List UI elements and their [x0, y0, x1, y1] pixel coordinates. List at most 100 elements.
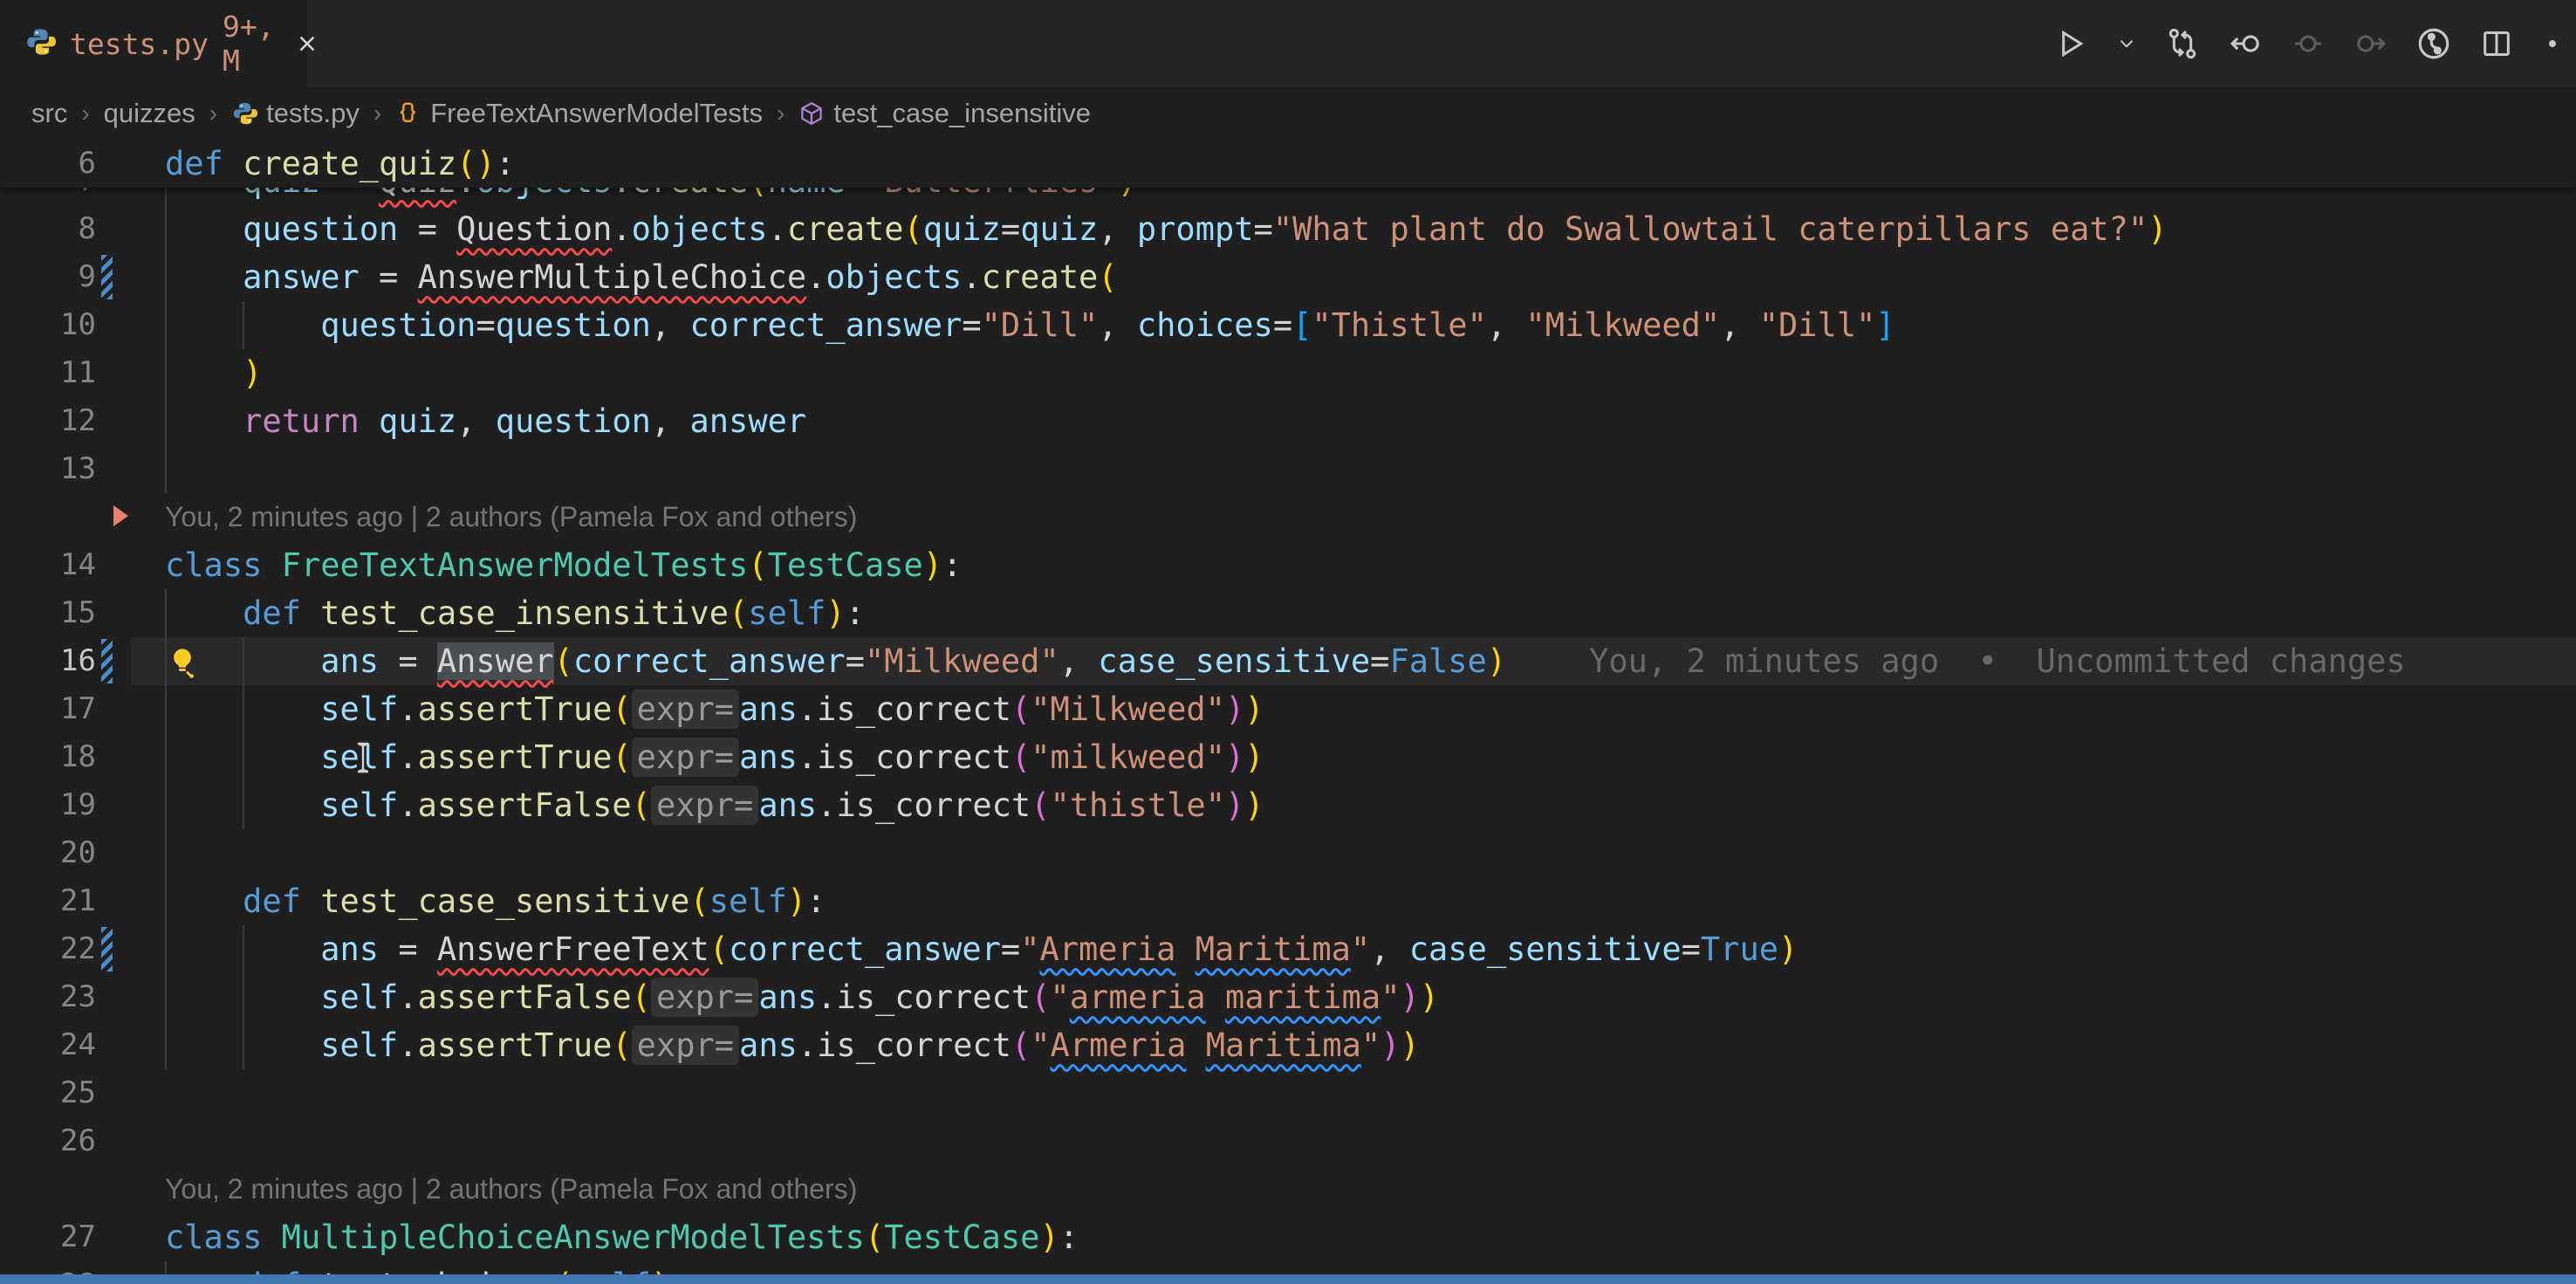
blame-annotation-row[interactable]: You, 2 minutes ago | 2 authors (Pamela F… — [0, 1165, 2576, 1213]
token: objects — [826, 258, 962, 296]
token — [165, 642, 320, 680]
code-line[interactable]: 27class MultipleChoiceAnswerModelTests(T… — [0, 1213, 2576, 1261]
line-number[interactable]: 27 — [0, 1213, 96, 1261]
token: def — [243, 882, 301, 920]
line-number[interactable]: 15 — [0, 589, 96, 637]
token: . — [798, 738, 817, 776]
blame-annotation-row[interactable]: You, 2 minutes ago | 2 authors (Pamela F… — [0, 493, 2576, 541]
code-line[interactable]: 28 def test_choices(self): — [0, 1261, 2576, 1274]
code-line[interactable]: 16 ans = Answer(correct_answer="Milkweed… — [0, 637, 2576, 685]
code-text: ) — [165, 349, 262, 397]
line-number[interactable]: 18 — [0, 733, 96, 781]
token: question — [243, 210, 398, 248]
token: = — [1370, 642, 1389, 680]
token: answer — [690, 402, 807, 440]
code-line[interactable]: 10 question=question, correct_answer="Di… — [0, 301, 2576, 349]
code-line[interactable]: 9 answer = AnswerMultipleChoice.objects.… — [0, 253, 2576, 301]
code-editor[interactable]: 7 quiz = Quiz.objects.create(name="Butte… — [0, 140, 2576, 1274]
code-line[interactable]: 12 return quiz, question, answer — [0, 397, 2576, 445]
chevron-down-icon[interactable] — [2115, 25, 2138, 62]
tab-bar: tests.py 9+, M — [0, 0, 2576, 87]
line-number[interactable]: 12 — [0, 397, 96, 445]
line-number[interactable]: 19 — [0, 781, 96, 829]
token: : — [1059, 1219, 1079, 1256]
breadcrumb-src[interactable]: src — [31, 98, 67, 129]
line-number[interactable]: 21 — [0, 877, 96, 925]
line-number[interactable]: 24 — [0, 1021, 96, 1069]
token: ( — [1011, 690, 1031, 728]
line-number[interactable]: 11 — [0, 349, 96, 397]
modified-lines-gutter-indicator[interactable] — [101, 255, 113, 299]
line-number[interactable]: 25 — [0, 1069, 96, 1117]
code-line[interactable]: 24 self.assertTrue(expr=ans.is_correct("… — [0, 1021, 2576, 1069]
token: is_correct — [836, 786, 1031, 824]
token: , — [1370, 930, 1409, 968]
line-number[interactable]: 22 — [0, 925, 96, 973]
token — [165, 1267, 243, 1274]
code-line[interactable]: 26 — [0, 1117, 2576, 1165]
code-text: ans = AnswerFreeText(correct_answer="Arm… — [165, 925, 1798, 973]
split-editor-icon[interactable] — [2478, 25, 2515, 62]
run-button[interactable] — [2052, 25, 2089, 62]
commit-graph-icon[interactable] — [2415, 25, 2452, 62]
ellipsis-icon[interactable] — [2541, 25, 2564, 62]
code-line[interactable]: 25 — [0, 1069, 2576, 1117]
code-line[interactable]: 20 — [0, 829, 2576, 877]
git-compare-icon[interactable] — [2164, 25, 2201, 62]
code-line[interactable]: 15 def test_case_insensitive(self): — [0, 589, 2576, 637]
token: self — [748, 594, 826, 632]
code-line[interactable]: 17 self.assertTrue(expr=ans.is_correct("… — [0, 685, 2576, 733]
token — [301, 594, 320, 632]
token: TestCase — [768, 546, 923, 584]
code-line[interactable]: 18 self.assertTrue(expr=ans.is_correct("… — [0, 733, 2576, 781]
token: answer — [243, 258, 360, 296]
token — [262, 1219, 281, 1256]
token — [1175, 930, 1195, 968]
previous-change-icon[interactable] — [2227, 25, 2264, 62]
code-line[interactable]: 14class FreeTextAnswerModelTests(TestCas… — [0, 541, 2576, 589]
line-number[interactable]: 13 — [0, 445, 96, 493]
breadcrumb-class[interactable]: FreeTextAnswerModelTests — [395, 98, 763, 129]
line-number[interactable]: 8 — [0, 205, 96, 253]
line-number[interactable]: 9 — [0, 253, 96, 301]
modified-lines-gutter-indicator[interactable] — [101, 639, 113, 683]
code-line[interactable]: 8 question = Question.objects.create(qui… — [0, 205, 2576, 253]
token: ) — [1487, 642, 1506, 680]
token: test_case_insensitive — [320, 594, 729, 632]
line-number[interactable]: 26 — [0, 1117, 96, 1165]
code-line[interactable]: 22 ans = AnswerFreeText(correct_answer="… — [0, 925, 2576, 973]
code-text: return quiz, question, answer — [165, 397, 806, 445]
line-number[interactable]: 17 — [0, 685, 96, 733]
token: " — [1050, 978, 1069, 1016]
code-line[interactable]: 11 ) — [0, 349, 2576, 397]
indent-guide — [165, 829, 167, 877]
python-icon — [231, 100, 257, 127]
token: : — [806, 882, 826, 920]
close-icon[interactable] — [294, 31, 320, 57]
token: : — [496, 145, 515, 182]
token — [165, 594, 243, 632]
tab-tests-py[interactable]: tests.py 9+, M — [0, 0, 307, 87]
inlay-hint: expr= — [651, 786, 758, 825]
token: : — [942, 546, 962, 584]
token: , — [651, 402, 690, 440]
breadcrumb-method[interactable]: test_case_insensitive — [798, 98, 1091, 129]
token — [165, 354, 243, 392]
code-line[interactable]: 21 def test_case_sensitive(self): — [0, 877, 2576, 925]
token: . — [798, 690, 817, 728]
code-line[interactable]: 19 self.assertFalse(expr=ans.is_correct(… — [0, 781, 2576, 829]
line-number[interactable]: 28 — [0, 1261, 96, 1274]
sticky-scroll-line[interactable]: 6 def create_quiz(): — [0, 140, 2576, 188]
line-number[interactable]: 16 — [0, 637, 96, 685]
modified-lines-gutter-indicator[interactable] — [101, 927, 113, 972]
breadcrumb-tests-py[interactable]: tests.py — [231, 98, 360, 129]
code-line[interactable]: 13 — [0, 445, 2576, 493]
token: ( — [904, 210, 923, 248]
line-number[interactable]: 10 — [0, 301, 96, 349]
line-number[interactable]: 14 — [0, 541, 96, 589]
token: choices — [1137, 306, 1273, 344]
line-number[interactable]: 23 — [0, 973, 96, 1021]
breadcrumb-quizzes[interactable]: quizzes — [104, 98, 195, 129]
code-line[interactable]: 23 self.assertFalse(expr=ans.is_correct(… — [0, 973, 2576, 1021]
line-number[interactable]: 20 — [0, 829, 96, 877]
